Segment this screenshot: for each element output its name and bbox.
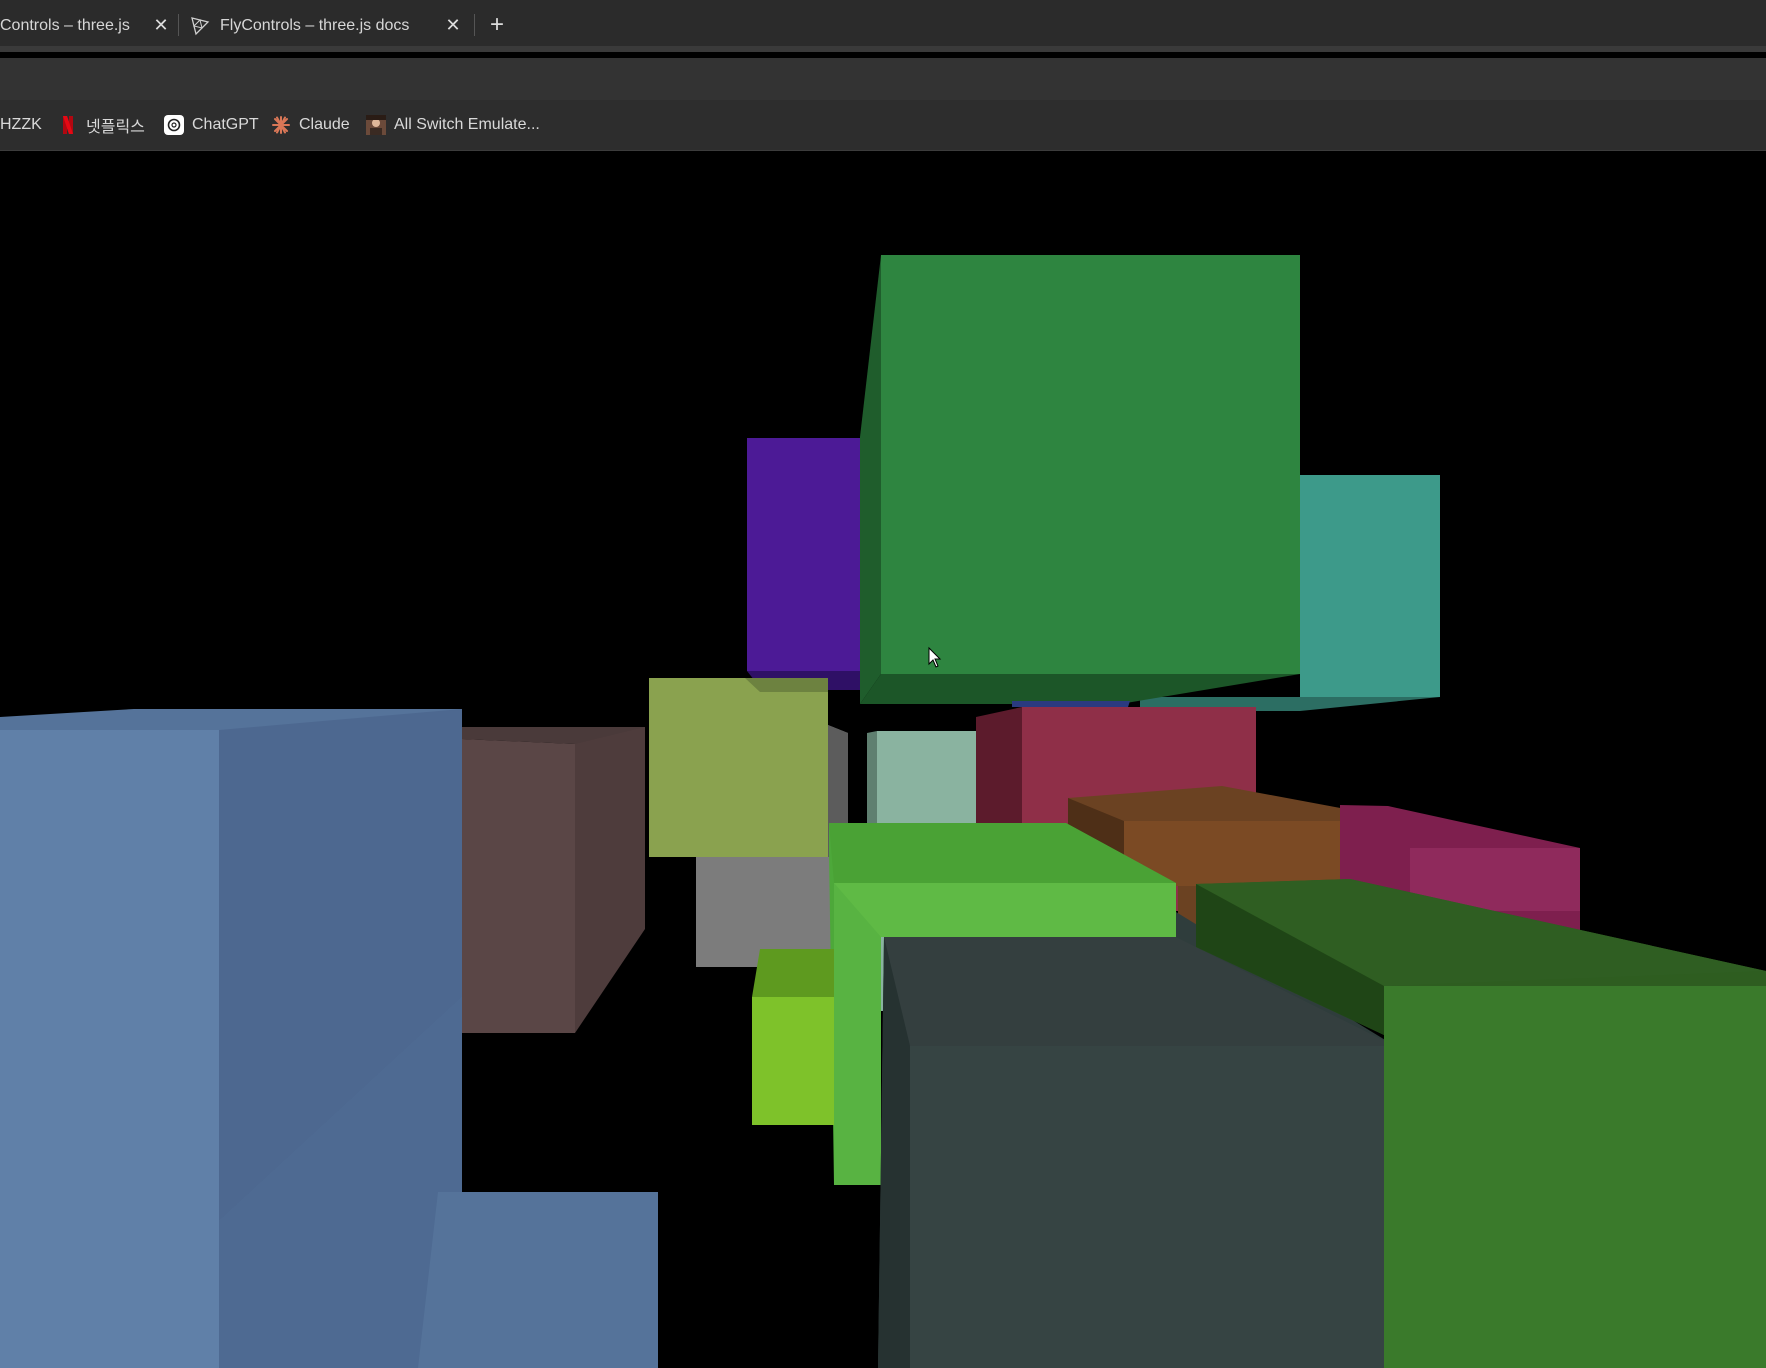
bookmark-label: All Switch Emulate...	[394, 116, 540, 133]
threejs-canvas[interactable]	[0, 151, 1766, 1368]
bookmark-chatgpt[interactable]: ChatGPT	[164, 114, 259, 136]
new-tab-button[interactable]: +	[484, 10, 510, 40]
bookmark-label: ChatGPT	[192, 116, 259, 133]
close-tab-icon[interactable]: ✕	[442, 14, 464, 36]
close-tab-icon[interactable]: ✕	[150, 14, 172, 36]
claude-icon	[272, 116, 290, 134]
tab-separator	[178, 14, 179, 36]
olive-cube	[649, 678, 828, 857]
tab-label: Controls – three.js d	[0, 17, 132, 34]
blue-slab	[418, 1192, 658, 1368]
tab-controls[interactable]: Controls – three.js d ✕	[0, 8, 176, 44]
scene-render	[0, 255, 1766, 1368]
bookmark-label: 넷플릭스	[86, 119, 145, 136]
threejs-icon	[191, 17, 210, 36]
bookmark-claude[interactable]: Claude	[271, 114, 350, 136]
netflix-icon	[63, 116, 73, 134]
green-cube	[860, 255, 1300, 704]
blue-sliver	[1012, 701, 1130, 707]
tab-separator	[474, 14, 475, 36]
bookmark-label: HZZK	[0, 116, 42, 133]
purple-cube	[747, 438, 860, 690]
small-lime-cube	[752, 949, 834, 1125]
chatgpt-icon	[164, 115, 184, 135]
tab-flycontrols[interactable]: FlyControls – three.js docs ✕	[186, 8, 468, 44]
tab-strip: Controls – three.js d ✕ FlyControls – th…	[0, 0, 1766, 52]
bookmark-netflix[interactable]: 넷플릭스	[58, 114, 145, 136]
bookmark-all-switch-emulator[interactable]: All Switch Emulate...	[366, 114, 540, 136]
bookmark-hzzk[interactable]: HZZK	[0, 114, 42, 136]
brown-cube	[462, 727, 645, 1033]
bookmark-label: Claude	[299, 116, 350, 133]
tab-label: FlyControls – three.js docs	[220, 17, 410, 34]
avatar-icon	[366, 115, 386, 135]
address-bar[interactable]	[0, 58, 1766, 100]
bookmarks-bar: HZZK 넷플릭스 ChatGPT Claude All Switch Emul…	[0, 100, 1766, 151]
blue-cube	[0, 709, 462, 1368]
